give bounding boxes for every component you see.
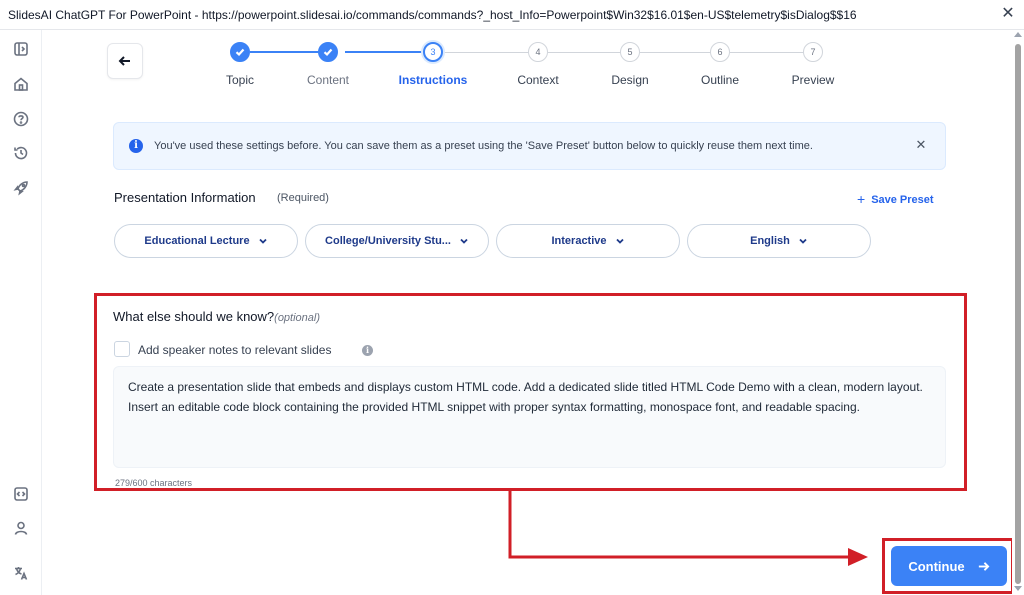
arrow-right-icon bbox=[978, 561, 990, 571]
speaker-notes-label[interactable]: Add speaker notes to relevant slides bbox=[138, 343, 331, 357]
save-preset-label: Save Preset bbox=[871, 194, 934, 206]
dropdown-value: College/University Stu... bbox=[325, 235, 451, 247]
dropdown-value: Interactive bbox=[551, 235, 607, 247]
step-label: Preview bbox=[791, 73, 835, 87]
user-icon[interactable] bbox=[12, 519, 30, 537]
step-label: Topic bbox=[225, 73, 254, 87]
close-window-icon[interactable]: ✕ bbox=[1000, 6, 1016, 22]
back-button[interactable] bbox=[107, 43, 143, 79]
step-label: Content bbox=[306, 73, 350, 87]
instructions-textarea[interactable]: Create a presentation slide that embeds … bbox=[113, 366, 946, 468]
optional-label: (optional) bbox=[274, 312, 321, 324]
scrollbar[interactable] bbox=[1012, 30, 1024, 595]
sidebar-toggle-icon[interactable] bbox=[12, 40, 30, 58]
scroll-thumb[interactable] bbox=[1015, 44, 1021, 584]
chevron-down-icon bbox=[258, 238, 267, 244]
step-number: 5 bbox=[620, 42, 640, 62]
step-done-marker bbox=[230, 42, 250, 62]
step-label: Instructions bbox=[398, 73, 468, 87]
step-context[interactable]: 4 Context bbox=[488, 40, 588, 87]
extra-info-title-text: What else should we know? bbox=[113, 309, 275, 324]
tone-dropdown[interactable]: Interactive bbox=[496, 224, 680, 258]
chevron-down-icon bbox=[799, 238, 807, 244]
translate-icon[interactable] bbox=[12, 564, 30, 582]
sidebar bbox=[0, 30, 42, 595]
plus-icon: + bbox=[857, 191, 866, 207]
history-icon[interactable] bbox=[12, 144, 30, 162]
step-number: 4 bbox=[528, 42, 548, 62]
step-label: Context bbox=[517, 73, 559, 87]
step-design[interactable]: 5 Design bbox=[580, 40, 680, 87]
extra-info-title: What else should we know?(optional) bbox=[113, 309, 320, 324]
step-number: 7 bbox=[803, 42, 823, 62]
home-icon[interactable] bbox=[12, 75, 30, 93]
step-number: 6 bbox=[710, 42, 730, 62]
scroll-down-icon[interactable] bbox=[1014, 586, 1022, 591]
window-title: SlidesAI ChatGPT For PowerPoint - https:… bbox=[8, 8, 857, 22]
speaker-notes-checkbox[interactable] bbox=[114, 341, 130, 357]
character-count: 279/600 characters bbox=[115, 478, 193, 488]
audience-dropdown[interactable]: College/University Stu... bbox=[305, 224, 489, 258]
help-icon[interactable] bbox=[12, 110, 30, 128]
arrow-left-icon bbox=[118, 56, 130, 66]
code-icon[interactable] bbox=[12, 485, 30, 503]
check-icon bbox=[235, 48, 245, 57]
continue-button[interactable]: Continue bbox=[891, 546, 1007, 586]
dropdown-value: English bbox=[750, 235, 790, 247]
step-topic[interactable]: Topic bbox=[190, 40, 290, 87]
purpose-dropdown[interactable]: Educational Lecture bbox=[114, 224, 298, 258]
step-instructions[interactable]: 3 Instructions bbox=[383, 40, 483, 87]
language-dropdown[interactable]: English bbox=[687, 224, 871, 258]
step-number: 3 bbox=[423, 42, 443, 62]
step-done-marker bbox=[318, 42, 338, 62]
progress-stepper: Topic Content 3 Instructions 4 Context 5… bbox=[200, 40, 860, 90]
save-preset-button[interactable]: + Save Preset bbox=[857, 190, 934, 207]
continue-label: Continue bbox=[908, 558, 965, 574]
dropdown-value: Educational Lecture bbox=[144, 235, 250, 247]
chevron-down-icon bbox=[615, 238, 624, 244]
step-label: Design bbox=[611, 73, 649, 87]
rocket-icon[interactable] bbox=[12, 179, 30, 197]
info-icon[interactable]: i bbox=[362, 345, 373, 356]
step-outline[interactable]: 6 Outline bbox=[670, 40, 770, 87]
chevron-down-icon bbox=[460, 238, 468, 244]
section-title: Presentation Information bbox=[114, 190, 256, 205]
app-window: SlidesAI ChatGPT For PowerPoint - https:… bbox=[0, 0, 1024, 595]
required-label: (Required) bbox=[277, 192, 329, 204]
close-banner-icon[interactable]: ✕ bbox=[915, 138, 927, 151]
step-content[interactable]: Content bbox=[278, 40, 378, 87]
scroll-up-icon[interactable] bbox=[1014, 32, 1022, 37]
banner-text: You've used these settings before. You c… bbox=[154, 140, 813, 152]
step-preview[interactable]: 7 Preview bbox=[763, 40, 863, 87]
info-banner: i You've used these settings before. You… bbox=[113, 122, 946, 170]
title-bar: SlidesAI ChatGPT For PowerPoint - https:… bbox=[0, 0, 1024, 30]
info-icon: i bbox=[129, 139, 143, 153]
step-label: Outline bbox=[700, 73, 740, 87]
check-icon bbox=[323, 48, 333, 57]
